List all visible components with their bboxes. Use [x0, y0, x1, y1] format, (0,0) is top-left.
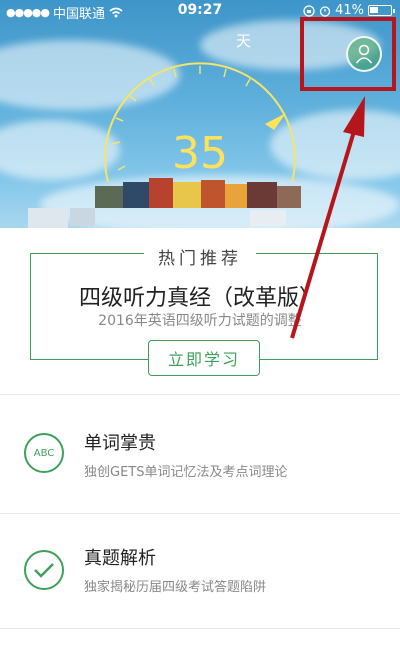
feature-desc: 独家揭秘历届四级考试答题陷阱	[84, 580, 267, 595]
feature-desc: 独创GETS单词记忆法及考点词理论	[84, 465, 288, 480]
feature-row-vocabulary[interactable]: ABC 单词掌贵 独创GETS单词记忆法及考点词理论	[0, 395, 400, 513]
recommend-heading-label: 热门推荐	[144, 249, 256, 269]
battery-percent: 41%	[335, 3, 364, 18]
countdown-unit: 天	[236, 32, 252, 50]
recommend-subtitle: 2016年英语四级听力试题的调整	[98, 313, 302, 329]
rotation-lock-icon	[303, 4, 315, 17]
feature-row-exam-analysis[interactable]: 真题解析 独家揭秘历届四级考试答题陷阱	[0, 514, 400, 632]
recommend-title[interactable]: 四级听力真经（改革版）	[0, 280, 400, 312]
feature-title: 真题解析	[84, 548, 156, 569]
start-study-button[interactable]: 立即学习	[148, 340, 260, 376]
alarm-icon	[319, 5, 331, 17]
abc-bubble-text: ABC	[33, 447, 55, 459]
mosaic-strip	[0, 164, 400, 228]
recommend-heading: 热门推荐	[0, 244, 400, 269]
battery-level	[370, 7, 379, 13]
divider	[0, 628, 400, 629]
checkmark-circle-icon	[24, 550, 64, 590]
battery-icon	[368, 5, 395, 16]
feature-title: 单词掌贵	[84, 433, 156, 454]
abc-bubble-icon: ABC	[24, 433, 64, 473]
annotation-highlight-box	[300, 17, 396, 91]
